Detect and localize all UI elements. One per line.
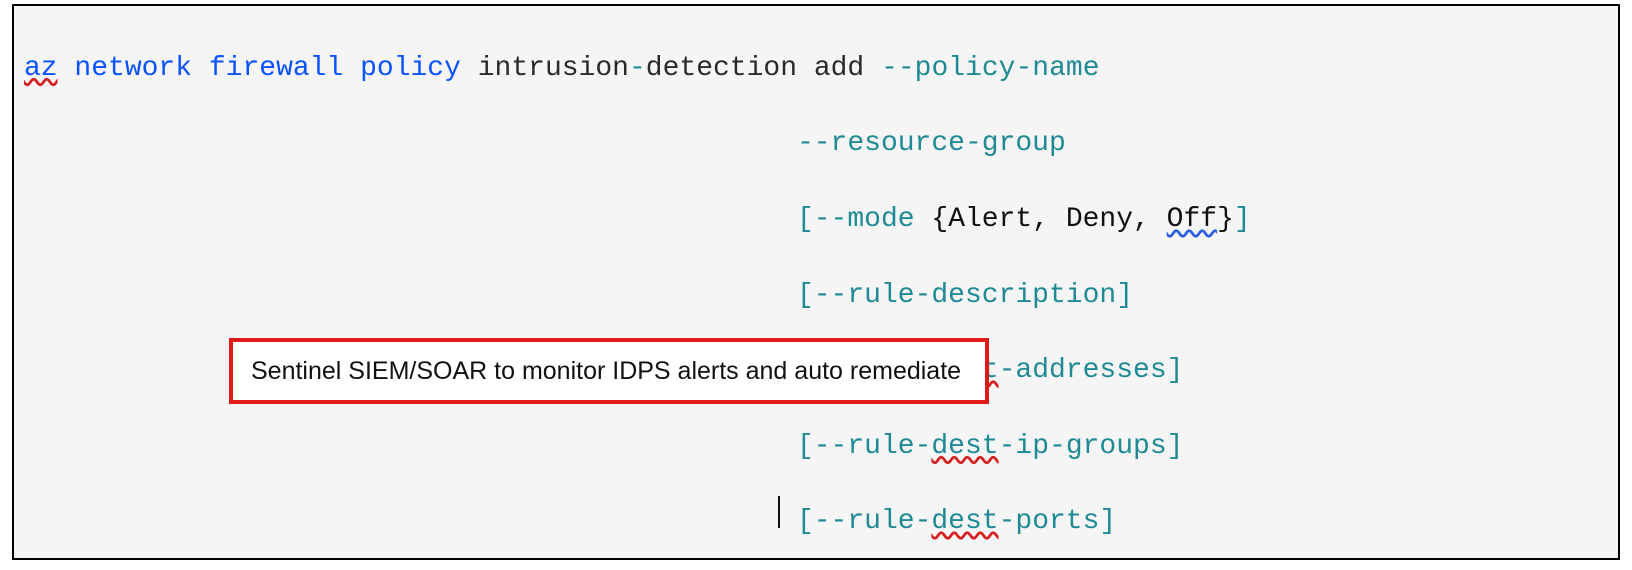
flag-policy-name: --policy-name <box>881 53 1099 84</box>
cmd-token-hyphen: - <box>629 53 646 84</box>
annotation-text: Sentinel SIEM/SOAR to monitor IDPS alert… <box>251 357 961 386</box>
mode-off: Off <box>1167 204 1217 235</box>
bracket-open: [ <box>797 204 814 235</box>
flag-rule-description: --rule-description <box>814 280 1116 311</box>
cmd-token-policy: policy <box>360 53 461 84</box>
text-cursor <box>778 496 780 528</box>
cmd-token-az: az <box>24 53 58 84</box>
flag-mode: --mode <box>814 204 915 235</box>
flag-rule-dest-ip-groups-dest: dest <box>931 431 998 462</box>
cmd-token-detection: detection <box>646 53 797 84</box>
annotation-callout: Sentinel SIEM/SOAR to monitor IDPS alert… <box>229 338 989 404</box>
cmd-token-intrusion: intrusion <box>478 53 629 84</box>
flag-resource-group: --resource-group <box>797 128 1066 159</box>
mode-deny: Deny <box>1066 204 1133 235</box>
flag-rule-dest-ports-dest: dest <box>931 506 998 537</box>
cmd-token-network: network <box>74 53 192 84</box>
cmd-token-add: add <box>814 53 864 84</box>
bracket-close: ] <box>1234 204 1251 235</box>
cmd-token-firewall: firewall <box>209 53 343 84</box>
mode-alert: Alert <box>948 204 1032 235</box>
cli-syntax-block: az network firewall policy intrusion-det… <box>12 4 1620 560</box>
